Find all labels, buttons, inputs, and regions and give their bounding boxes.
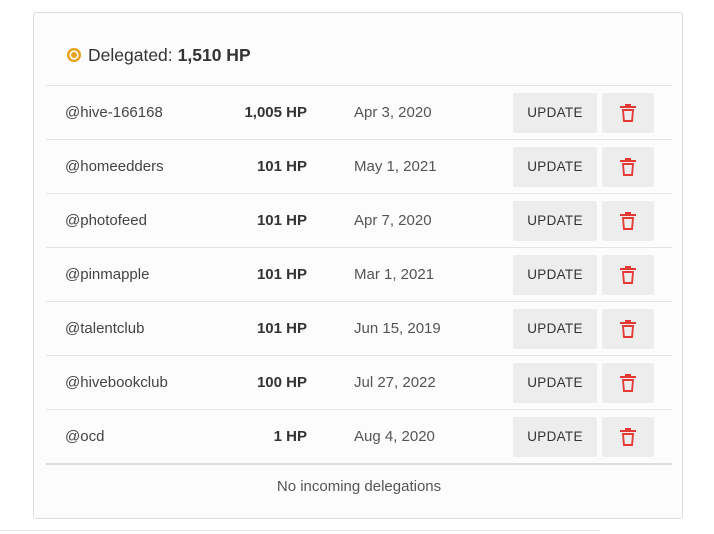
delegation-amount: 100 HP — [256, 374, 307, 391]
trash-icon — [620, 265, 636, 284]
delegation-row: @hivebookclub 100 HP Jul 27, 2022 UPDATE — [46, 356, 672, 410]
update-button[interactable]: UPDATE — [513, 146, 597, 187]
delegation-row: @pinmapple 101 HP Mar 1, 2021 UPDATE — [46, 248, 672, 302]
account-name[interactable]: @ocd — [65, 428, 104, 445]
trash-icon — [620, 211, 636, 230]
trash-icon — [620, 427, 636, 446]
delegation-date: Mar 1, 2021 — [354, 266, 435, 283]
delegation-list: @hive-166168 1,005 HP Apr 3, 2020 UPDATE… — [46, 85, 672, 465]
delegation-row: @talentclub 101 HP Jun 15, 2019 UPDATE — [46, 302, 672, 356]
account-name[interactable]: @pinmapple — [65, 266, 149, 283]
delete-button[interactable] — [602, 200, 654, 241]
delegation-amount: 101 HP — [256, 266, 307, 283]
update-button[interactable]: UPDATE — [513, 416, 597, 457]
delegation-amount: 101 HP — [256, 212, 307, 229]
delegated-label: Delegated: — [88, 44, 173, 65]
delegation-row: @hive-166168 1,005 HP Apr 3, 2020 UPDATE — [46, 86, 672, 140]
delegation-row: @ocd 1 HP Aug 4, 2020 UPDATE — [46, 410, 672, 465]
delete-button[interactable] — [602, 254, 654, 295]
delegation-row: @photofeed 101 HP Apr 7, 2020 UPDATE — [46, 194, 672, 248]
trash-icon — [620, 319, 636, 338]
delegation-amount: 1,005 HP — [244, 104, 307, 121]
delegation-row: @homeedders 101 HP May 1, 2021 UPDATE — [46, 140, 672, 194]
delete-button[interactable] — [602, 362, 654, 403]
delegation-date: Jul 27, 2022 — [354, 374, 436, 391]
delete-button[interactable] — [602, 308, 654, 349]
account-name[interactable]: @hive-166168 — [65, 104, 163, 121]
delegation-amount: 101 HP — [256, 320, 307, 337]
delegation-amount: 101 HP — [256, 158, 307, 175]
update-button[interactable]: UPDATE — [513, 308, 597, 349]
account-name[interactable]: @talentclub — [65, 320, 144, 337]
trash-icon — [620, 157, 636, 176]
delegated-header: Delegated: 1,510 HP — [66, 44, 251, 66]
hive-coin-icon — [67, 48, 81, 62]
account-name[interactable]: @hivebookclub — [65, 374, 168, 391]
delegation-date: May 1, 2021 — [354, 158, 437, 175]
delegation-date: Aug 4, 2020 — [354, 428, 435, 445]
delete-button[interactable] — [602, 146, 654, 187]
trash-icon — [620, 373, 636, 392]
delegations-card: Delegated: 1,510 HP @hive-166168 1,005 H… — [33, 12, 683, 519]
update-button[interactable]: UPDATE — [513, 200, 597, 241]
delegated-total: 1,510 HP — [177, 44, 251, 65]
delegation-date: Apr 7, 2020 — [354, 212, 432, 229]
delegation-date: Jun 15, 2019 — [354, 320, 441, 337]
incoming-empty-message: No incoming delegations — [276, 477, 442, 495]
delete-button[interactable] — [602, 416, 654, 457]
account-name[interactable]: @photofeed — [65, 212, 147, 229]
update-button[interactable]: UPDATE — [513, 92, 597, 133]
account-name[interactable]: @homeedders — [65, 158, 164, 175]
delete-button[interactable] — [602, 92, 654, 133]
delegation-amount: 1 HP — [273, 428, 307, 445]
divider — [0, 530, 600, 531]
update-button[interactable]: UPDATE — [513, 254, 597, 295]
delegation-date: Apr 3, 2020 — [354, 104, 432, 121]
update-button[interactable]: UPDATE — [513, 362, 597, 403]
trash-icon — [620, 103, 636, 122]
